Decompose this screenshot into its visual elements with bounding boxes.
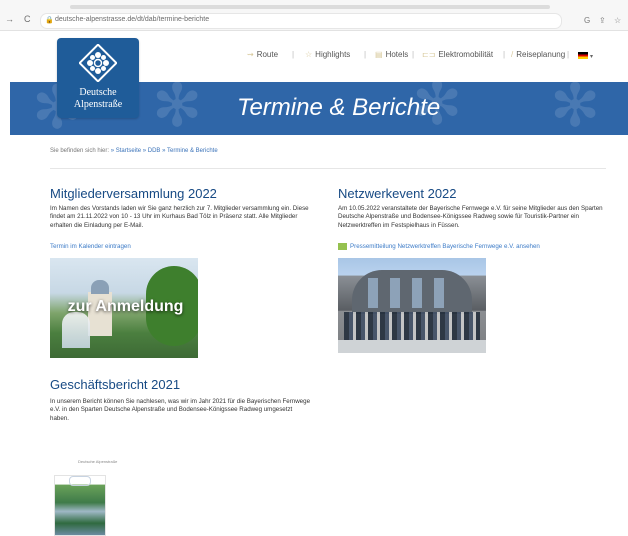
nav-item-label: Route — [256, 50, 279, 59]
pen-icon: / — [511, 50, 514, 59]
article-title-geschaeftsbericht[interactable]: Geschäftsbericht 2021 — [50, 377, 180, 392]
fountain-shape — [62, 312, 90, 348]
divider — [50, 168, 606, 169]
nav-item-route[interactable]: ⇝ Route — [247, 50, 278, 59]
tab-strip[interactable] — [70, 5, 550, 9]
nav-item-label: Reiseplanung — [516, 50, 566, 59]
car-icon: ⊏⊐ — [422, 50, 436, 59]
address-bar[interactable]: 🔒 deutsche-alpenstrasse.de/dt/dab/termin… — [40, 13, 562, 29]
window-shape — [390, 278, 400, 308]
article-text: Am 10.05.2022 veranstaltete der Bayerisc… — [338, 205, 603, 229]
nav-item-hotels[interactable]: ▤ Hotels — [375, 50, 408, 59]
site-logo[interactable]: Deutsche Alpenstraße — [57, 38, 139, 118]
translate-icon[interactable]: G — [584, 16, 590, 25]
browser-toolbar: → C 🔒 deutsche-alpenstrasse.de/dt/dab/te… — [0, 0, 628, 31]
nav-item-elektromobilitaet[interactable]: ⊏⊐ Elektromobilität — [422, 50, 493, 59]
logo-text-line1: Deutsche — [79, 87, 117, 98]
anmeldung-caption[interactable]: zur Anmeldung — [53, 298, 198, 316]
report-thumb-title: Deutsche Alpenstraße — [78, 459, 118, 464]
hotel-icon: ▤ — [375, 50, 383, 59]
de-flag-icon — [578, 52, 588, 60]
breadcrumb: Sie befinden sich hier: » Startseite » D… — [50, 148, 218, 154]
edelweiss-decor-icon: ✻ — [152, 82, 203, 135]
breadcrumb-item[interactable]: » DDB — [143, 148, 161, 154]
nav-item-highlights[interactable]: ☆ Highlights — [305, 50, 350, 59]
back-button[interactable]: → — [5, 14, 14, 24]
nav-divider: | — [412, 50, 415, 59]
calendar-link[interactable]: Termin im Kalender eintragen — [50, 243, 131, 250]
share-icon[interactable]: ⇪ — [599, 16, 606, 25]
language-switcher[interactable]: ▾ — [578, 51, 593, 60]
breadcrumb-item[interactable]: » Startseite — [111, 148, 141, 154]
event-image-netzwerk[interactable] — [338, 258, 486, 353]
nav-item-label: Highlights — [315, 50, 351, 59]
article-text: Im Namen des Vorstands laden wir Sie gan… — [50, 205, 309, 229]
edelweiss-decor-icon: ✻ — [550, 82, 601, 135]
window-shape — [368, 278, 378, 308]
article-text: In unserem Bericht können Sie nachlesen,… — [50, 398, 311, 422]
page-title: Termine & Berichte — [237, 94, 441, 121]
lock-icon: 🔒 — [45, 17, 54, 24]
report-cover-thumbnail[interactable] — [54, 475, 106, 536]
nav-item-label: Hotels — [385, 50, 409, 59]
article-title-mitgliederversammlung[interactable]: Mitgliederversammlung 2022 — [50, 186, 217, 201]
star-outline-icon: ☆ — [305, 50, 313, 59]
chevron-down-icon: ▾ — [590, 54, 594, 60]
nav-item-label: Elektromobilität — [438, 50, 494, 59]
star-icon[interactable]: ☆ — [614, 16, 621, 25]
ground-shape — [338, 340, 486, 353]
document-icon — [338, 243, 347, 250]
nav-divider: | — [567, 50, 570, 59]
window-shape — [412, 278, 422, 308]
logo-text-line2: Alpenstraße — [73, 99, 123, 110]
nav-divider: | — [364, 50, 367, 59]
article-title-netzwerkevent[interactable]: Netzwerkevent 2022 — [338, 186, 457, 201]
press-release-link[interactable]: Pressemitteilung Netzwerktreffen Bayeris… — [350, 243, 540, 250]
breadcrumb-prefix: Sie befinden sich hier: — [50, 148, 110, 154]
group-photo-people — [344, 312, 480, 340]
edelweiss-icon — [79, 44, 117, 82]
nav-divider: | — [292, 50, 295, 59]
reload-button[interactable]: C — [24, 14, 31, 24]
url-text: deutsche-alpenstrasse.de/dt/dab/termine-… — [55, 16, 210, 23]
window-shape — [434, 278, 444, 308]
route-icon: ⇝ — [247, 50, 254, 59]
nav-item-reiseplanung[interactable]: / Reiseplanung — [511, 50, 565, 59]
nav-divider: | — [503, 50, 506, 59]
breadcrumb-item[interactable]: » Termine & Berichte — [162, 148, 218, 154]
